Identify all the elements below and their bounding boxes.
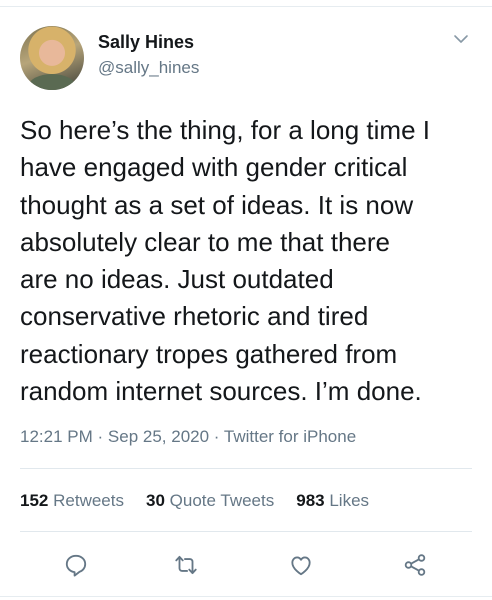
author-name[interactable]: Sally Hines	[98, 32, 194, 53]
chevron-down-icon[interactable]	[452, 30, 470, 48]
likes-stat[interactable]: 983 Likes	[296, 491, 369, 511]
heart-icon	[288, 552, 314, 583]
bottom-divider	[0, 596, 492, 597]
quotes-stat[interactable]: 30 Quote Tweets	[146, 491, 274, 511]
tweet-card: Sally Hines @sally_hines So here’s the t…	[0, 0, 492, 600]
avatar-shoulders	[28, 74, 76, 90]
retweets-count: 152	[20, 491, 49, 510]
avatar[interactable]	[20, 26, 84, 90]
meta-divider	[20, 468, 472, 469]
author-handle[interactable]: @sally_hines	[98, 58, 199, 78]
retweet-icon	[173, 552, 199, 583]
retweets-label: Retweets	[53, 491, 124, 510]
likes-label: Likes	[329, 491, 370, 510]
tweet-meta: 12:21 PM · Sep 25, 2020 · Twitter for iP…	[20, 427, 356, 447]
tweet-date[interactable]: Sep 25, 2020	[108, 427, 209, 446]
reply-icon	[63, 552, 89, 583]
action-bar	[0, 553, 492, 583]
like-button[interactable]	[287, 553, 315, 581]
share-icon	[402, 552, 428, 583]
tweet-text: So here’s the thing, for a long time I h…	[20, 115, 430, 407]
stats-divider	[20, 531, 472, 532]
retweets-stat[interactable]: 152 Retweets	[20, 491, 124, 511]
quotes-label: Quote Tweets	[169, 491, 275, 510]
tweet-stats: 152 Retweets 30 Quote Tweets 983 Likes	[20, 491, 369, 511]
tweet-time[interactable]: 12:21 PM	[20, 427, 93, 446]
reply-button[interactable]	[62, 553, 90, 581]
quotes-count: 30	[145, 491, 165, 510]
likes-count: 983	[296, 491, 325, 510]
retweet-button[interactable]	[172, 553, 200, 581]
tweet-source[interactable]: Twitter for iPhone	[224, 427, 356, 446]
meta-separator: ·	[213, 427, 220, 446]
top-divider	[0, 6, 492, 7]
share-button[interactable]	[401, 553, 429, 581]
meta-separator: ·	[97, 427, 104, 446]
